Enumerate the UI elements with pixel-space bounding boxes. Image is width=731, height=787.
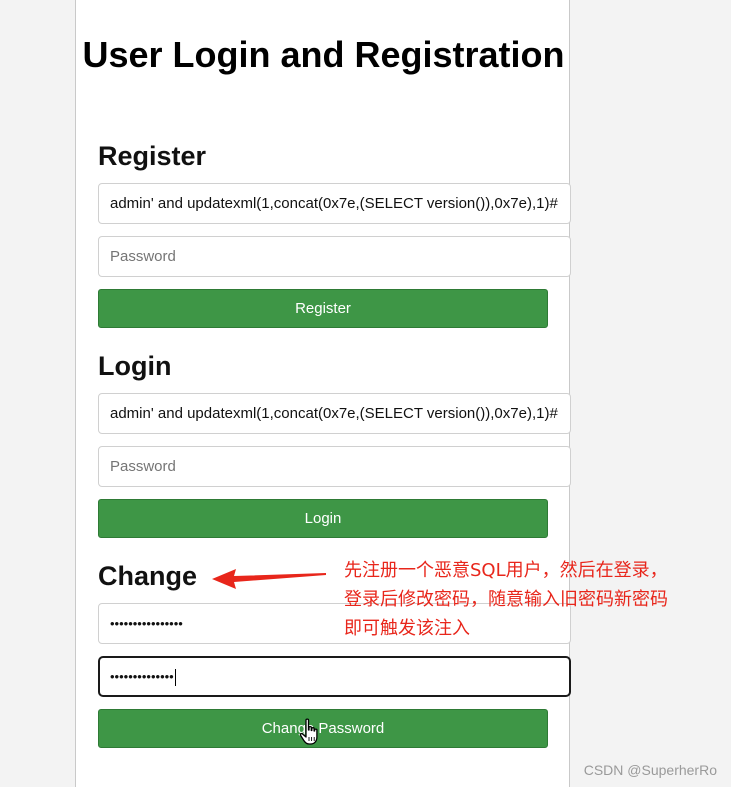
annotation-text: 先注册一个恶意SQL用户，然后在登录， 登录后修改密码，随意输入旧密码新密码 即… [344,556,731,643]
red-arrow-left-icon [212,569,326,589]
hand-pointer-icon [299,718,318,745]
watermark: CSDN @SuperherRo [583,762,717,778]
annotation-line: 即可触发该注入 [344,618,470,639]
annotation-line: 登录后修改密码，随意输入旧密码新密码 [344,589,668,610]
annotation-line: 先注册一个恶意SQL用户，然后在登录， [344,560,668,581]
